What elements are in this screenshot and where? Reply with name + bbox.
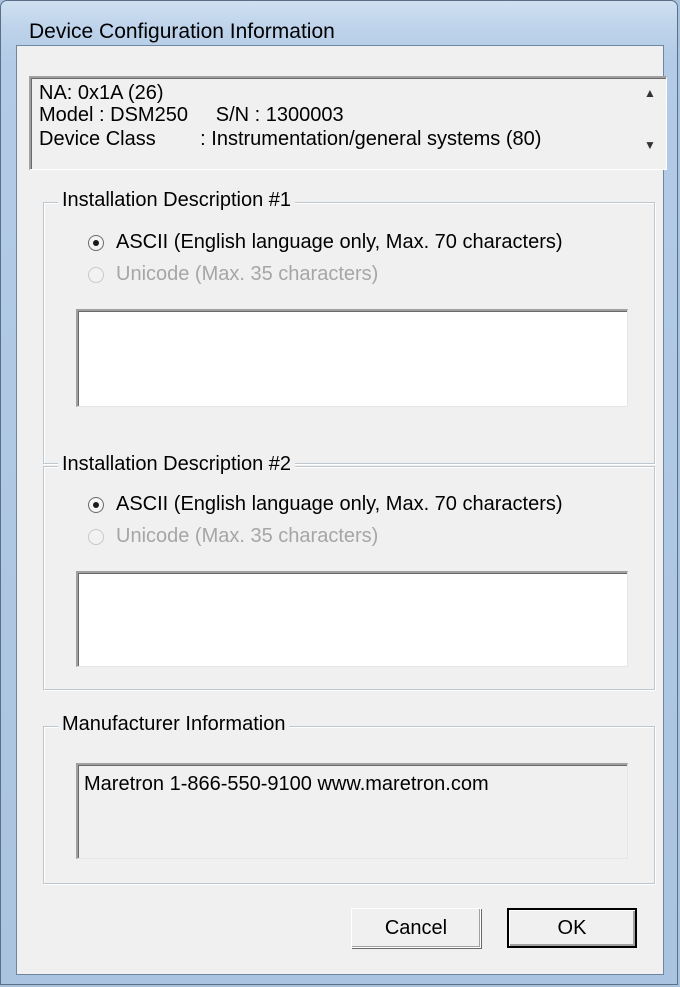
install2-unicode-label: Unicode (Max. 35 characters) xyxy=(116,525,379,547)
scroll-up-arrow-icon[interactable]: ▲ xyxy=(640,86,660,106)
window-title: Device Configuration Information xyxy=(29,20,335,43)
installation-description-2-group: Installation Description #2 ASCII (Engli… xyxy=(43,453,655,690)
dialog-client-area: NA: 0x1A (26) Model : DSM250 S/N : 13000… xyxy=(16,45,667,975)
ok-button[interactable]: OK xyxy=(507,908,637,948)
install2-ascii-radio[interactable] xyxy=(88,497,104,513)
install2-ascii-label: ASCII (English language only, Max. 70 ch… xyxy=(116,493,563,515)
install1-description-input[interactable] xyxy=(76,309,628,407)
dialog-window: Device Configuration Information NA: 0x1… xyxy=(0,0,678,985)
manufacturer-info-field: Maretron 1-866-550-9100 www.maretron.com xyxy=(76,763,628,859)
manufacturer-information-group: Manufacturer Information Maretron 1-866-… xyxy=(43,713,655,884)
installation-description-1-legend: Installation Description #1 xyxy=(58,189,296,212)
scroll-down-arrow-icon[interactable]: ▼ xyxy=(640,138,660,158)
install1-ascii-radio[interactable] xyxy=(88,235,104,251)
install2-description-input[interactable] xyxy=(76,571,628,667)
device-model-serial-text: Model : DSM250 S/N : 1300003 xyxy=(39,104,344,126)
manufacturer-information-legend: Manufacturer Information xyxy=(58,713,290,736)
installation-description-2-legend: Installation Description #2 xyxy=(58,453,296,476)
manufacturer-info-value: Maretron 1-866-550-9100 www.maretron.com xyxy=(84,773,489,795)
device-info-box[interactable]: NA: 0x1A (26) Model : DSM250 S/N : 13000… xyxy=(29,76,667,170)
install2-unicode-radio xyxy=(88,529,104,545)
install1-unicode-label: Unicode (Max. 35 characters) xyxy=(116,263,379,285)
installation-description-1-group: Installation Description #1 ASCII (Engli… xyxy=(43,189,655,464)
device-class-text: Device Class : Instrumentation/general s… xyxy=(39,128,542,150)
device-na-text: NA: 0x1A (26) xyxy=(39,82,164,104)
install1-unicode-radio xyxy=(88,267,104,283)
install1-ascii-label: ASCII (English language only, Max. 70 ch… xyxy=(116,231,563,253)
cancel-button[interactable]: Cancel xyxy=(351,908,481,948)
